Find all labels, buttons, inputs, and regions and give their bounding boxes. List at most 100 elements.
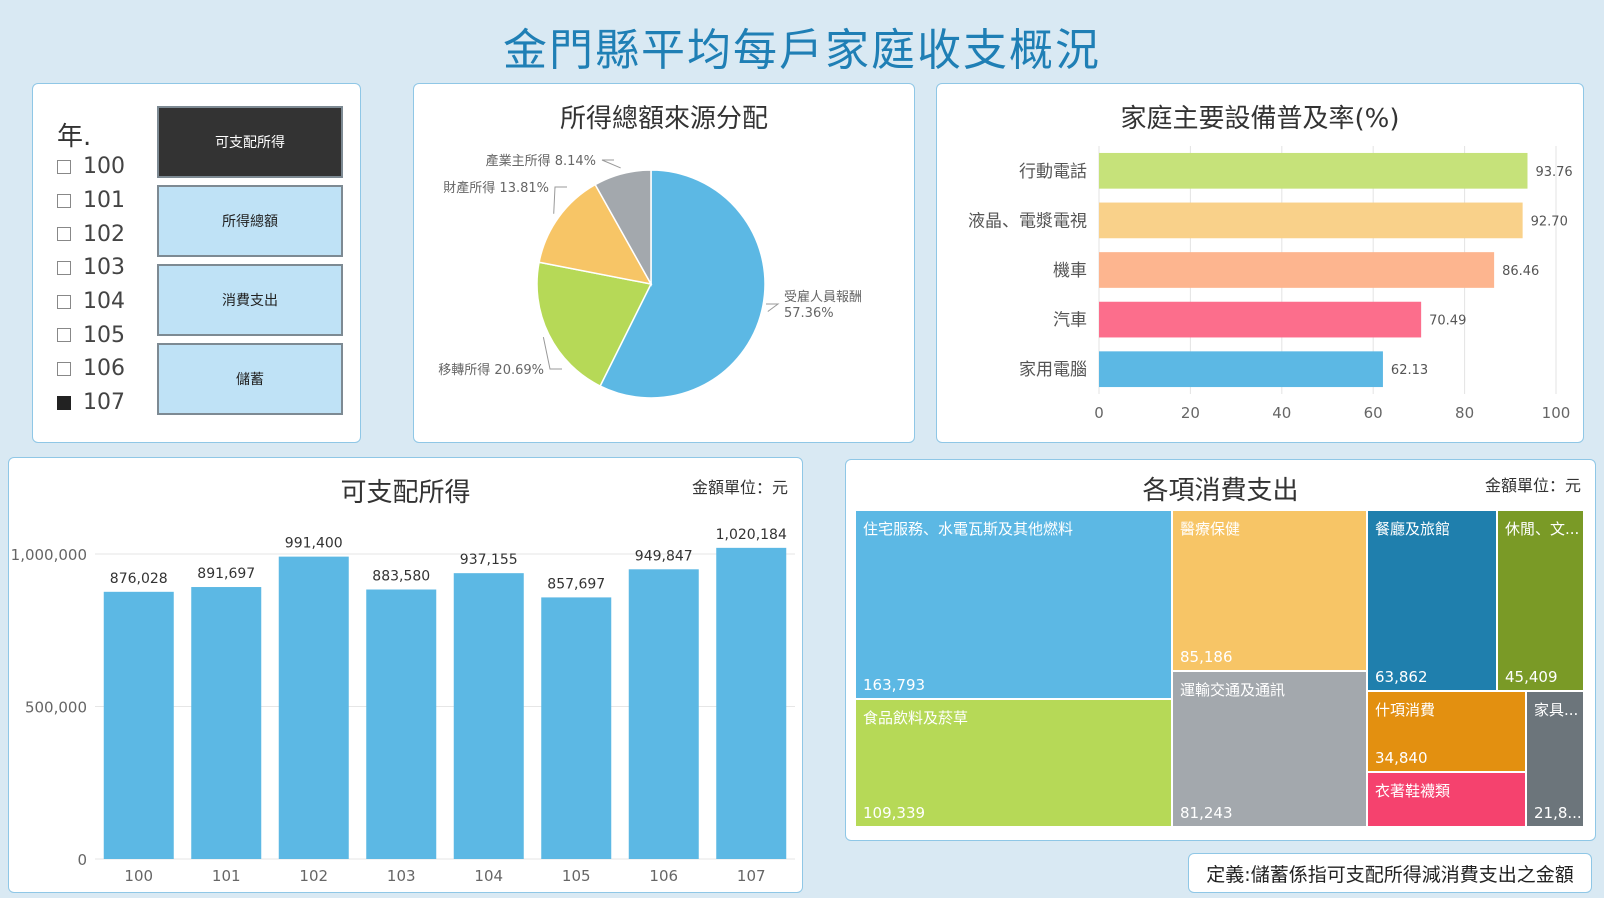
total-income-button[interactable]: 所得總額 <box>157 185 343 257</box>
treemap-cell[interactable]: 食品飲料及菸草 109,339 <box>855 699 1172 827</box>
bar-x-tick-label: 100 <box>124 867 153 885</box>
hbar-value-label: 86.46 <box>1502 264 1539 279</box>
hbar-tick-label: 100 <box>1542 404 1571 422</box>
treemap-cell-label: 什項消費 <box>1375 701 1436 719</box>
consumption-panel: 各項消費支出 金額單位：元 住宅服務、水電瓦斯及其他燃料 163,793 食品飲料及… <box>845 459 1596 841</box>
disposable-income-button[interactable]: 可支配所得 <box>157 106 343 178</box>
hbar-bar[interactable] <box>1099 252 1495 288</box>
hbar-bar[interactable] <box>1099 301 1422 338</box>
treemap-title: 各項消費支出 <box>1142 476 1299 506</box>
checkbox-icon[interactable] <box>57 159 71 174</box>
pie-label: 財產所得 13.81% <box>443 180 549 196</box>
checkbox-icon[interactable] <box>57 328 71 343</box>
bar-value-label: 883,580 <box>372 569 430 585</box>
treemap-cell-label: 運輸交通及通訊 <box>1180 681 1286 699</box>
hbar-category-label: 汽車 <box>1053 311 1087 331</box>
treemap-cell-value: 45,409 <box>1505 668 1558 686</box>
bar-chart: 0 500,000 1,000,000 876,028 100 891,697 101 991… <box>11 527 795 885</box>
treemap-cell-label: 休閒、文... <box>1505 520 1580 538</box>
year-label: 104 <box>83 289 125 315</box>
hbar-bar[interactable] <box>1099 202 1523 239</box>
income-source-panel: 所得總額來源分配 受雇人員報酬 57.36% 移轉所得 20.69% 財產所得 13.… <box>413 83 915 443</box>
year-label: 100 <box>83 154 125 180</box>
savings-button[interactable]: 儲蓄 <box>157 343 343 415</box>
treemap-cell-label: 住宅服務、水電瓦斯及其他燃料 <box>863 520 1074 538</box>
year-option-104[interactable]: 104 <box>57 285 125 319</box>
year-label: 102 <box>83 221 125 247</box>
year-option-105[interactable]: 105 <box>57 318 125 352</box>
bar-value-label: 1,020,184 <box>716 527 787 543</box>
bar-value-label: 937,155 <box>460 552 518 568</box>
hbar-value-label: 92.70 <box>1531 214 1568 229</box>
bar-y-tick-label: 0 <box>77 851 87 869</box>
year-label: 101 <box>83 188 125 214</box>
checkbox-icon[interactable] <box>57 260 71 275</box>
treemap-cell[interactable]: 什項消費 34,840 <box>1367 691 1526 772</box>
bar[interactable] <box>628 569 699 859</box>
year-option-102[interactable]: 102 <box>57 217 125 251</box>
checkbox-icon[interactable] <box>57 227 71 242</box>
year-slicer-title: 年. <box>57 122 92 152</box>
bar-value-label: 891,697 <box>197 566 255 582</box>
bar-x-tick-label: 105 <box>562 867 591 885</box>
hbar-tick-label: 0 <box>1094 404 1104 422</box>
checkbox-icon[interactable] <box>57 395 71 410</box>
treemap-cell-label: 衣著鞋襪類 <box>1375 782 1451 800</box>
year-option-106[interactable]: 106 <box>57 352 125 386</box>
hbar-tick-label: 80 <box>1455 404 1474 422</box>
bar[interactable] <box>103 591 174 859</box>
bar-value-label: 857,697 <box>547 576 605 592</box>
bar[interactable] <box>278 556 349 859</box>
year-option-101[interactable]: 101 <box>57 184 125 218</box>
hbar-value-label: 93.76 <box>1535 165 1572 180</box>
bar-x-tick-label: 106 <box>649 867 678 885</box>
hbar-tick-label: 40 <box>1272 404 1291 422</box>
treemap-cell[interactable]: 運輸交通及通訊 81,243 <box>1172 671 1367 827</box>
bar[interactable] <box>541 597 612 859</box>
treemap-cell-value: 109,339 <box>863 804 926 822</box>
year-option-100[interactable]: 100 <box>57 150 125 184</box>
treemap: 住宅服務、水電瓦斯及其他燃料 163,793 食品飲料及菸草 109,339 醫療保健 8… <box>855 510 1584 827</box>
hbar-category-label: 行動電話 <box>1019 162 1087 182</box>
bar-value-label: 949,847 <box>635 548 693 564</box>
treemap-cell-value: 21,8... <box>1534 804 1582 822</box>
bar[interactable] <box>366 589 437 859</box>
treemap-cell-value: 85,186 <box>1180 648 1233 666</box>
bar[interactable] <box>191 587 262 859</box>
year-label: 106 <box>83 356 125 382</box>
treemap-cell[interactable]: 餐廳及旅館 63,862 <box>1367 510 1497 691</box>
treemap-cell[interactable]: 休閒、文... 45,409 <box>1497 510 1584 691</box>
footnote: 定義:儲蓄係指可支配所得減消費支出之金額 <box>1188 853 1592 893</box>
year-list: 100 101 102 103 104 105 106 107 <box>57 150 125 420</box>
checkbox-icon[interactable] <box>57 294 71 309</box>
year-slicer-panel: 年. 100 101 102 103 104 105 106 107 可支配所得… <box>32 83 361 443</box>
equipment-panel: 家庭主要設備普及率(%) 0 20 40 60 80 100 行動電話 93.76 液晶、電漿電… <box>936 83 1584 443</box>
treemap-cell-value: 163,793 <box>863 676 926 694</box>
bar[interactable] <box>453 573 524 859</box>
bar[interactable] <box>716 547 787 859</box>
year-label: 105 <box>83 322 125 348</box>
hbar-value-label: 62.13 <box>1391 363 1428 378</box>
bar-x-tick-label: 102 <box>299 867 328 885</box>
checkbox-icon[interactable] <box>57 193 71 208</box>
hbar-bar[interactable] <box>1099 152 1528 189</box>
treemap-cell[interactable]: 醫療保健 85,186 <box>1172 510 1367 671</box>
checkbox-icon[interactable] <box>57 361 71 376</box>
pie-leader-line <box>601 159 621 169</box>
pie-label-name: 受雇人員報酬 <box>784 289 862 305</box>
hbar-bar[interactable] <box>1099 351 1383 388</box>
year-label: 103 <box>83 255 125 281</box>
treemap-cell[interactable]: 衣著鞋襪類 <box>1367 772 1526 827</box>
year-option-103[interactable]: 103 <box>57 251 125 285</box>
bar-value-label: 991,400 <box>285 536 343 552</box>
hbar-tick-label: 60 <box>1364 404 1383 422</box>
treemap-cell[interactable]: 住宅服務、水電瓦斯及其他燃料 163,793 <box>855 510 1172 699</box>
bar-y-tick-label: 500,000 <box>25 699 87 717</box>
treemap-cell[interactable]: 家具... 21,8... <box>1526 691 1584 827</box>
bar-x-tick-label: 104 <box>474 867 503 885</box>
year-label: 107 <box>83 390 125 416</box>
consumption-button[interactable]: 消費支出 <box>157 264 343 336</box>
treemap-cell-label: 食品飲料及菸草 <box>863 709 969 727</box>
hbar-category-label: 液晶、電漿電視 <box>968 211 1087 231</box>
year-option-107[interactable]: 107 <box>57 386 125 420</box>
